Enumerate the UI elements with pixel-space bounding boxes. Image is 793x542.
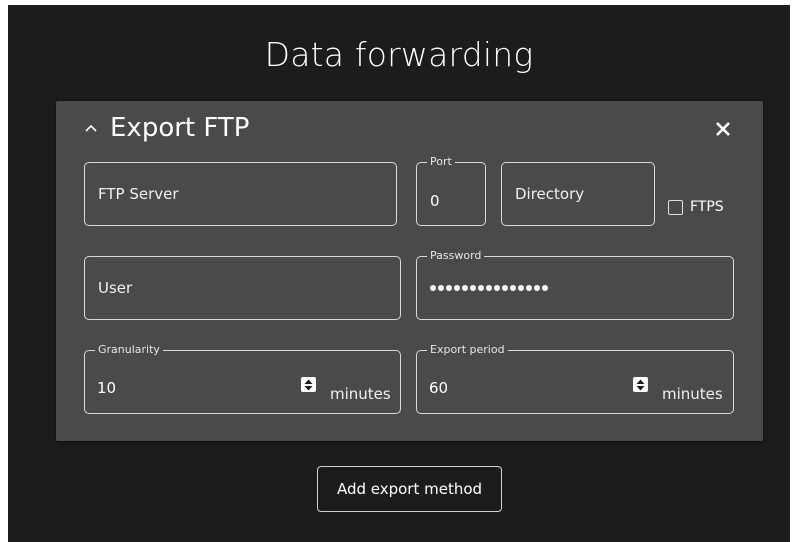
add-export-method-button[interactable]: Add export method [317, 466, 502, 512]
ftps-checkbox-row[interactable]: FTPS [668, 199, 724, 215]
page-title: Data forwarding [264, 35, 534, 74]
password-masked-value [430, 285, 548, 291]
granularity-value: 10 [97, 379, 117, 397]
port-value: 0 [430, 192, 440, 210]
password-label: Password [427, 249, 485, 263]
ftps-label: FTPS [690, 199, 724, 215]
directory-placeholder: Directory [515, 185, 585, 203]
granularity-label: Granularity [95, 343, 163, 357]
granularity-unit: minutes [330, 385, 391, 403]
granularity-field[interactable]: Granularity 10 minutes [84, 343, 401, 414]
export-period-field[interactable]: Export period 60 minutes [416, 343, 734, 414]
data-forwarding-page: Data forwarding Export FTP FTP Server Po… [8, 5, 790, 542]
spinner-updown-icon[interactable] [301, 377, 316, 392]
ftp-server-field[interactable]: FTP Server [84, 162, 397, 226]
chevron-up-icon[interactable] [78, 115, 104, 141]
port-label: Port [427, 155, 455, 169]
card-header[interactable]: Export FTP [78, 113, 249, 143]
directory-field[interactable]: Directory [501, 162, 655, 226]
export-period-label: Export period [427, 343, 508, 357]
close-icon[interactable] [711, 117, 735, 141]
ftp-server-placeholder: FTP Server [98, 185, 179, 203]
export-ftp-card: Export FTP FTP Server Port 0 Directory F… [56, 101, 763, 441]
port-field[interactable]: Port 0 [416, 155, 486, 226]
export-period-value: 60 [429, 379, 449, 397]
export-period-unit: minutes [662, 385, 723, 403]
card-title: Export FTP [110, 113, 250, 143]
password-field[interactable]: Password [416, 249, 734, 320]
ftps-checkbox[interactable] [668, 199, 683, 215]
spinner-updown-icon[interactable] [633, 377, 648, 392]
user-field[interactable]: User [84, 256, 401, 320]
user-placeholder: User [98, 279, 133, 297]
